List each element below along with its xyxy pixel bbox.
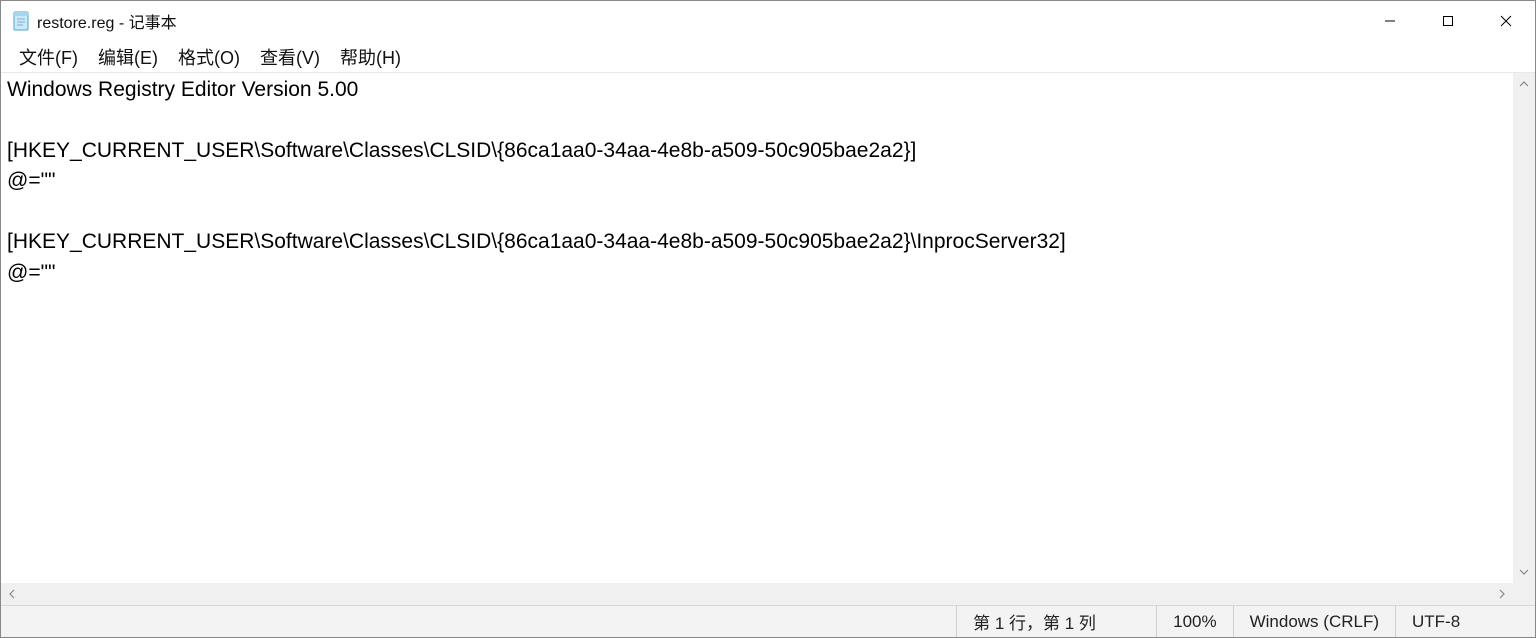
menu-file[interactable]: 文件(F): [9, 42, 88, 72]
scroll-up-icon[interactable]: [1513, 73, 1535, 95]
horizontal-scrollbar-wrap: [1, 583, 1535, 605]
menu-view[interactable]: 查看(V): [250, 42, 330, 72]
vertical-scrollbar[interactable]: [1513, 73, 1535, 583]
minimize-button[interactable]: [1361, 1, 1419, 41]
scroll-right-icon[interactable]: [1491, 583, 1513, 605]
menubar: 文件(F) 编辑(E) 格式(O) 查看(V) 帮助(H): [1, 41, 1535, 73]
status-spacer: [1, 606, 956, 637]
scrollbar-corner: [1513, 583, 1535, 605]
window-controls: [1361, 1, 1535, 41]
scroll-left-icon[interactable]: [1, 583, 23, 605]
horizontal-scrollbar[interactable]: [1, 583, 1513, 605]
status-line-ending: Windows (CRLF): [1233, 606, 1395, 637]
titlebar[interactable]: restore.reg - 记事本: [1, 1, 1535, 41]
menu-format[interactable]: 格式(O): [168, 42, 250, 72]
status-encoding: UTF-8: [1395, 606, 1535, 637]
maximize-button[interactable]: [1419, 1, 1477, 41]
menu-edit[interactable]: 编辑(E): [88, 42, 168, 72]
text-editor[interactable]: Windows Registry Editor Version 5.00 [HK…: [1, 73, 1513, 583]
content-area: Windows Registry Editor Version 5.00 [HK…: [1, 73, 1535, 583]
status-zoom: 100%: [1156, 606, 1232, 637]
statusbar: 第 1 行，第 1 列 100% Windows (CRLF) UTF-8: [1, 605, 1535, 637]
notepad-icon: [11, 11, 31, 31]
window-title: restore.reg - 记事本: [37, 9, 1361, 33]
scroll-down-icon[interactable]: [1513, 561, 1535, 583]
close-button[interactable]: [1477, 1, 1535, 41]
menu-help[interactable]: 帮助(H): [330, 42, 411, 72]
status-cursor-position: 第 1 行，第 1 列: [956, 606, 1156, 637]
